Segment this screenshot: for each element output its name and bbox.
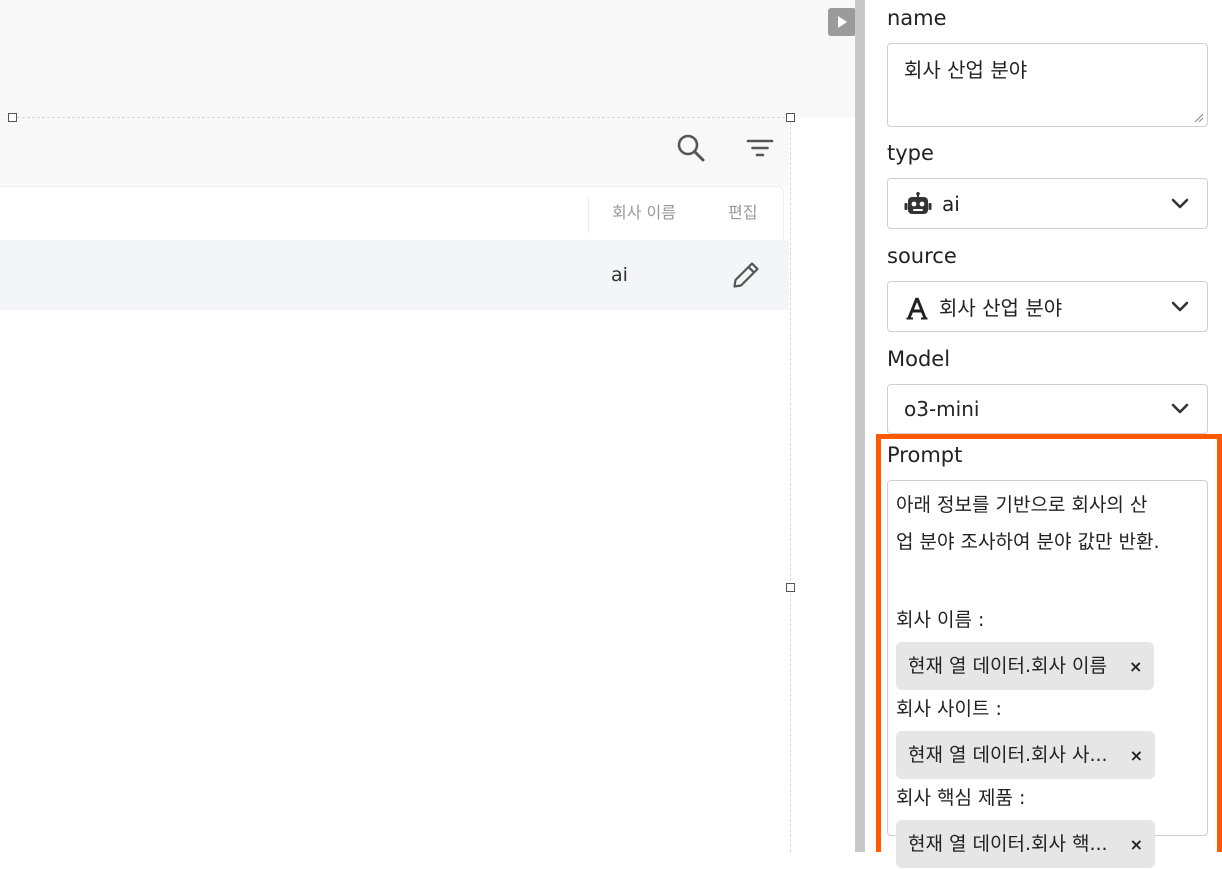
table-header: 회사 이름 편집: [0, 186, 784, 241]
canvas-area: 회사 이름 편집 ai: [0, 0, 855, 852]
model-value: o3-mini: [904, 397, 980, 421]
filter-button[interactable]: [744, 132, 776, 164]
variable-chip[interactable]: 현재 열 데이터.회사 핵... ×: [896, 820, 1156, 868]
prompt-text-line: 아래 정보를 기반으로 회사의 산: [896, 494, 1148, 516]
selection-border-right: [790, 117, 791, 852]
prompt-blank-line: [896, 561, 1199, 598]
collapse-panel-button[interactable]: [828, 8, 856, 36]
type-label: type: [887, 141, 934, 165]
panel-resize-divider[interactable]: [855, 0, 865, 852]
table-row[interactable]: ai: [0, 240, 789, 310]
prompt-var-label: 회사 사이트 :: [896, 698, 1002, 720]
play-triangle-icon: [838, 16, 847, 28]
selection-border-top: [12, 117, 790, 118]
variable-chip-text: 현재 열 데이터.회사 이름: [908, 654, 1107, 677]
variable-chip-text: 현재 열 데이터.회사 사...: [908, 743, 1108, 766]
prompt-text-line: 업 분야 조사하여 분야 값만 반환.: [896, 531, 1160, 553]
type-select[interactable]: ai: [887, 178, 1208, 229]
prompt-editor[interactable]: 아래 정보를 기반으로 회사의 산 업 분야 조사하여 분야 값만 반환. 회사…: [887, 480, 1208, 868]
resize-handle-top-left[interactable]: [8, 113, 17, 122]
name-label: name: [887, 6, 947, 30]
name-textarea[interactable]: 회사 산업 분야: [887, 43, 1208, 127]
chevron-down-icon: [1171, 301, 1189, 311]
table-toolbar: [0, 118, 789, 186]
model-select[interactable]: o3-mini: [887, 384, 1208, 434]
source-label: source: [887, 244, 957, 268]
cell-company-name: ai: [611, 264, 628, 286]
remove-chip-icon[interactable]: ×: [1129, 648, 1142, 685]
remove-chip-icon[interactable]: ×: [1130, 737, 1143, 774]
font-a-icon: [906, 297, 928, 320]
search-icon: [677, 134, 705, 162]
remove-chip-icon[interactable]: ×: [1130, 826, 1143, 863]
header-divider: [588, 197, 589, 233]
prompt-var-label: 회사 핵심 제품 :: [896, 787, 1026, 809]
resize-handle-top-right[interactable]: [786, 113, 795, 122]
canvas-background: [0, 0, 855, 117]
column-header-company-name[interactable]: 회사 이름: [612, 187, 676, 240]
variable-chip[interactable]: 현재 열 데이터.회사 이름 ×: [896, 642, 1155, 690]
chevron-down-icon: [1171, 403, 1189, 414]
name-value: 회사 산업 분야: [904, 58, 1028, 82]
resize-grip-icon: [1194, 113, 1204, 123]
model-label: Model: [887, 347, 951, 371]
filter-icon: [746, 139, 774, 157]
robot-icon: [904, 192, 932, 214]
source-select[interactable]: 회사 산업 분야: [887, 281, 1208, 332]
edit-row-button[interactable]: [730, 259, 762, 291]
column-header-edit[interactable]: 편집: [728, 187, 757, 240]
source-value: 회사 산업 분야: [939, 296, 1063, 320]
resize-handle-right[interactable]: [786, 583, 795, 592]
prompt-label: Prompt: [887, 443, 963, 467]
search-button[interactable]: [675, 132, 707, 164]
type-value: ai: [942, 191, 960, 216]
variable-chip[interactable]: 현재 열 데이터.회사 사... ×: [896, 731, 1156, 779]
chevron-down-icon: [1171, 198, 1189, 208]
variable-chip-text: 현재 열 데이터.회사 핵...: [908, 832, 1108, 855]
pencil-icon: [733, 262, 759, 288]
prompt-var-label: 회사 이름 :: [896, 609, 985, 631]
